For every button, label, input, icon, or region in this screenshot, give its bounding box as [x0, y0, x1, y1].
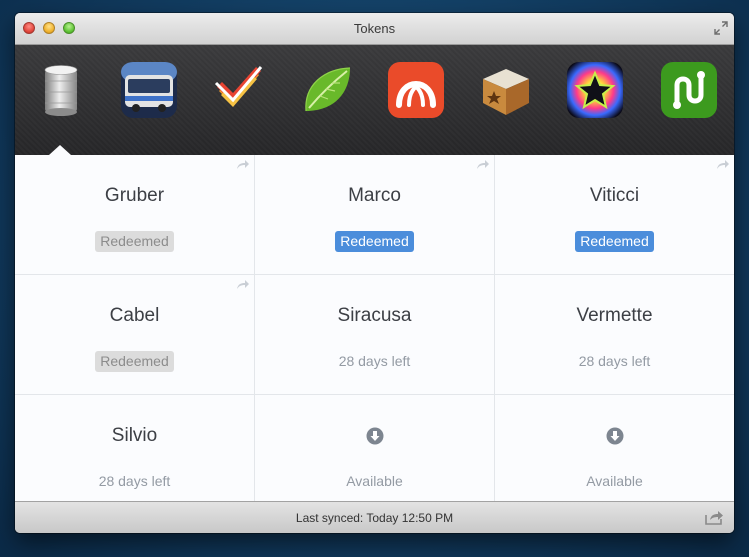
app-toolbar	[15, 45, 734, 155]
days-left-label: 28 days left	[338, 353, 411, 369]
title-bar: Tokens	[15, 13, 734, 45]
window-title: Tokens	[353, 21, 396, 36]
share-arrow-icon[interactable]	[476, 159, 490, 170]
token-cell-marco[interactable]: Marco Redeemed	[255, 155, 495, 275]
available-label: Available	[586, 473, 643, 489]
token-name: Vermette	[576, 305, 653, 326]
token-cell-available-2[interactable]: Available	[495, 395, 734, 501]
download-icon[interactable]	[366, 427, 384, 445]
days-left-label: 28 days left	[578, 353, 651, 369]
transit-bus-icon[interactable]	[120, 61, 178, 119]
checkmark-stack-icon[interactable]	[209, 61, 267, 119]
red-arch-logo-icon[interactable]	[387, 61, 445, 119]
token-name: Marco	[348, 185, 401, 206]
export-share-icon[interactable]	[704, 509, 724, 525]
green-leaf-icon[interactable]	[298, 61, 356, 119]
share-arrow-icon[interactable]	[716, 159, 730, 170]
selection-caret	[49, 145, 71, 155]
token-cell-silvio[interactable]: Silvio 28 days left	[15, 395, 255, 501]
token-name: Silvio	[111, 425, 158, 446]
token-name: Viticci	[589, 185, 640, 206]
redeemed-badge: Redeemed	[335, 231, 414, 252]
token-name: Gruber	[104, 185, 165, 206]
redeemed-badge: Redeemed	[95, 231, 174, 252]
days-left-label: 28 days left	[98, 473, 171, 489]
available-label: Available	[346, 473, 403, 489]
token-name: Siracusa	[337, 305, 412, 326]
fullscreen-icon[interactable]	[714, 21, 728, 35]
share-arrow-icon[interactable]	[236, 159, 250, 170]
token-cell-vermette[interactable]: Vermette 28 days left	[495, 275, 734, 395]
app-window: Tokens Gruber Redeemed Marco Redeemed Vi…	[15, 13, 734, 533]
status-bar: Last synced: Today 12:50 PM	[15, 501, 734, 533]
download-icon[interactable]	[606, 427, 624, 445]
token-cell-viticci[interactable]: Viticci Redeemed	[495, 155, 734, 275]
last-synced-label: Last synced: Today 12:50 PM	[295, 511, 454, 525]
rainbow-star-icon[interactable]	[566, 61, 624, 119]
token-cell-siracusa[interactable]: Siracusa 28 days left	[255, 275, 495, 395]
green-path-logo-icon[interactable]	[660, 61, 718, 119]
share-arrow-icon[interactable]	[236, 279, 250, 290]
token-cell-cabel[interactable]: Cabel Redeemed	[15, 275, 255, 395]
token-cell-gruber[interactable]: Gruber Redeemed	[15, 155, 255, 275]
token-cell-available-1[interactable]: Available	[255, 395, 495, 501]
redeemed-badge: Redeemed	[575, 231, 654, 252]
tokens-grid: Gruber Redeemed Marco Redeemed Viticci R…	[15, 155, 734, 501]
open-box-star-icon[interactable]	[477, 61, 535, 119]
token-name: Cabel	[109, 305, 160, 326]
server-cylinder-icon[interactable]	[32, 61, 90, 119]
redeemed-badge: Redeemed	[95, 351, 174, 372]
